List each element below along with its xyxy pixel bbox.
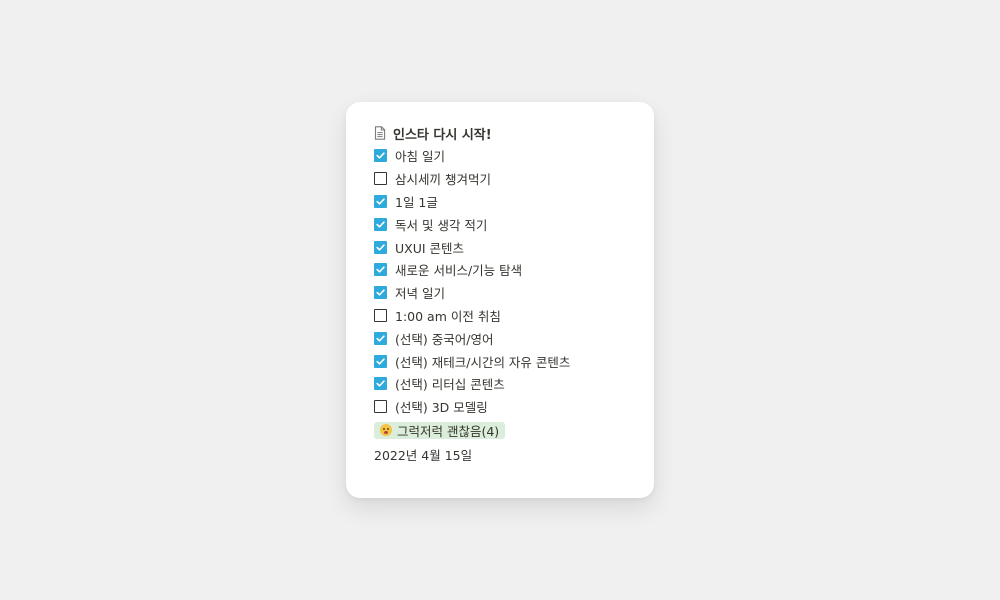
checklist-item-label: 1:00 am 이전 취침 (395, 308, 501, 324)
checklist: 아침 일기삼시세끼 챙겨먹기 1일 1글독서 및 생각 적기 UXUI 콘텐츠새로운… (374, 145, 626, 419)
habit-card: 인스타 다시 시작! 아침 일기삼시세끼 챙겨먹기 1일 1글독서 및 생각 적기… (346, 102, 654, 498)
checkmark-icon (376, 243, 385, 251)
checklist-item-label: 삼시세끼 챙겨먹기 (395, 172, 491, 188)
checklist-item-label: 1일 1글 (395, 194, 438, 210)
checkmark-icon (376, 152, 385, 159)
checklist-item: (선택) 중국어/영어 (374, 327, 626, 350)
checkbox-checked[interactable] (374, 263, 387, 277)
checkbox-checked[interactable] (374, 354, 387, 368)
checkbox-unchecked[interactable] (374, 172, 387, 186)
checkbox-checked[interactable] (374, 194, 387, 208)
checklist-item: 아침 일기 (374, 145, 626, 168)
date-label: 2022년 4월 15일 (374, 447, 473, 463)
checkmark-icon (376, 198, 385, 205)
checkbox-unchecked[interactable] (374, 400, 387, 414)
checklist-item-label: 저녁 일기 (395, 286, 445, 302)
checkbox-checked[interactable] (374, 331, 387, 345)
checkbox-checked[interactable] (374, 286, 387, 300)
checklist-item: (선택) 3D 모델링 (374, 395, 626, 418)
checkmark-icon (376, 335, 385, 342)
checklist-item-label: (선택) 중국어/영어 (395, 331, 494, 347)
checkbox-checked[interactable] (374, 217, 387, 231)
checklist-item-label: (선택) 3D 모델링 (395, 400, 488, 416)
mood-tag-label: 그럭저럭 괜찮음(4) (397, 423, 500, 439)
checklist-item-label: UXUI 콘텐츠 (395, 240, 465, 256)
checklist-item: (선택) 재테크/시간의 자유 콘텐츠 (374, 350, 626, 373)
checklist-item-label: (선택) 재테크/시간의 자유 콘텐츠 (395, 354, 571, 370)
checklist-item-label: 아침 일기 (395, 149, 445, 165)
checklist-item: 1일 1글 (374, 190, 626, 213)
hushed-face-emoji-icon (380, 424, 392, 437)
checklist-item: 새로운 서비스/기능 탐색 (374, 258, 626, 281)
card-title: 인스타 다시 시작! (393, 127, 492, 143)
checklist-item: 독서 및 생각 적기 (374, 213, 626, 236)
checklist-item: 1:00 am 이전 취침 (374, 304, 626, 327)
checklist-item: UXUI 콘텐츠 (374, 236, 626, 259)
checkbox-checked[interactable] (374, 240, 387, 254)
checklist-item: 삼시세끼 챙겨먹기 (374, 167, 626, 190)
checklist-item: 저녁 일기 (374, 281, 626, 304)
checkmark-icon (376, 266, 385, 273)
checkmark-icon (376, 221, 385, 228)
checkbox-checked[interactable] (374, 377, 387, 391)
checkmark-icon (376, 380, 385, 387)
mood-tag[interactable]: 그럭저럭 괜찮음(4) (374, 421, 506, 439)
tag-row: 그럭저럭 괜찮음(4) (374, 418, 626, 442)
document-icon (374, 126, 386, 140)
checkmark-icon (376, 289, 385, 296)
card-title-row[interactable]: 인스타 다시 시작! (374, 122, 626, 144)
checkbox-unchecked[interactable] (374, 308, 387, 322)
checkmark-icon (376, 357, 385, 365)
checkbox-checked[interactable] (374, 149, 387, 163)
checklist-item-label: 새로운 서비스/기능 탐색 (395, 263, 523, 279)
checklist-item-label: 독서 및 생각 적기 (395, 217, 488, 233)
checklist-item-label: (선택) 리터십 콘텐츠 (395, 377, 505, 393)
checklist-item: (선택) 리터십 콘텐츠 (374, 372, 626, 395)
